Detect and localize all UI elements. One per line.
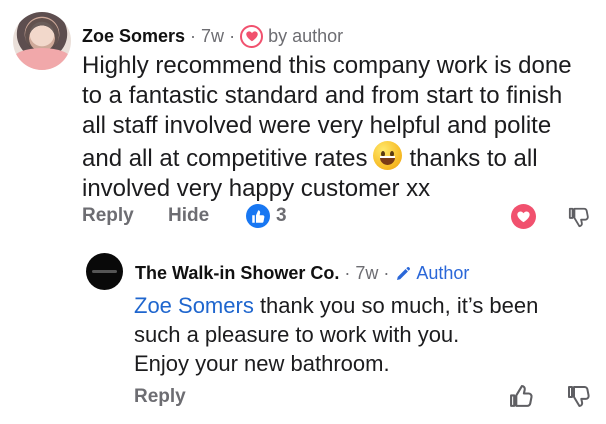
reply-timestamp[interactable]: 7w: [355, 263, 378, 284]
comment-line-with-emoji: and all at competitive rates thanks to al…: [82, 141, 582, 174]
thumbs-up-icon: [246, 204, 270, 228]
reply-line-with-mention: Zoe Somers thank you so much, it’s been: [134, 291, 604, 320]
reply-author-avatar[interactable]: [86, 253, 123, 290]
like-count-value: 3: [276, 205, 287, 226]
mention-link[interactable]: Zoe Somers: [134, 293, 254, 318]
reply-author-name[interactable]: The Walk-in Shower Co.: [135, 263, 339, 284]
reply-button[interactable]: Reply: [134, 386, 186, 410]
comment-body: Highly recommend this company work is do…: [82, 51, 582, 204]
separator-dot: ·: [229, 25, 236, 46]
reply-text-segment: thank you so much, it’s been: [253, 293, 539, 318]
reply-line: Enjoy your new bathroom.: [134, 351, 390, 376]
thumbs-down-icon[interactable]: [568, 206, 590, 228]
heart-icon: [517, 211, 530, 223]
comment-actions: Reply Hide 3: [82, 204, 287, 228]
reply-button[interactable]: Reply: [82, 205, 168, 227]
heart-icon: [240, 24, 264, 48]
comment-header: Zoe Somers · 7w · by author: [82, 23, 343, 49]
hide-button[interactable]: Hide: [168, 205, 246, 227]
pencil-icon: [397, 266, 411, 280]
comment-timestamp[interactable]: 7w: [201, 26, 224, 47]
comment-text-segment: and all at competitive rates: [82, 145, 368, 172]
separator-dot: ·: [190, 25, 197, 46]
comment-line: involved very happy customer xx: [82, 175, 431, 202]
reply-header: The Walk-in Shower Co. · 7w · Author: [135, 261, 469, 286]
comment-line: all staff involved were very helpful and…: [82, 112, 552, 139]
comment-author-name[interactable]: Zoe Somers: [82, 26, 185, 47]
comment-line: Highly recommend this company work is do…: [82, 52, 572, 79]
separator-dot: ·: [344, 263, 351, 283]
commenter-avatar[interactable]: [13, 12, 71, 70]
comment-text-segment: thanks to all: [409, 145, 538, 172]
heart-reaction-button[interactable]: [511, 204, 536, 229]
logo-bar: [92, 270, 117, 273]
like-count[interactable]: 3: [246, 204, 287, 228]
avatar-hair: [25, 18, 59, 52]
grinning-face-emoji-icon: [373, 141, 403, 170]
reply-body: Zoe Somers thank you so much, it’s been …: [134, 291, 604, 378]
reply-line: such a pleasure to work with you.: [134, 322, 460, 347]
separator-dot: ·: [383, 263, 390, 283]
thumbs-up-icon[interactable]: [509, 384, 534, 409]
author-badge-label: Author: [416, 263, 470, 283]
comment-line: to a fantastic standard and from start t…: [82, 82, 563, 109]
avatar-clothing: [13, 48, 71, 70]
thumbs-down-icon[interactable]: [567, 384, 591, 408]
by-author-label: by author: [268, 25, 344, 46]
